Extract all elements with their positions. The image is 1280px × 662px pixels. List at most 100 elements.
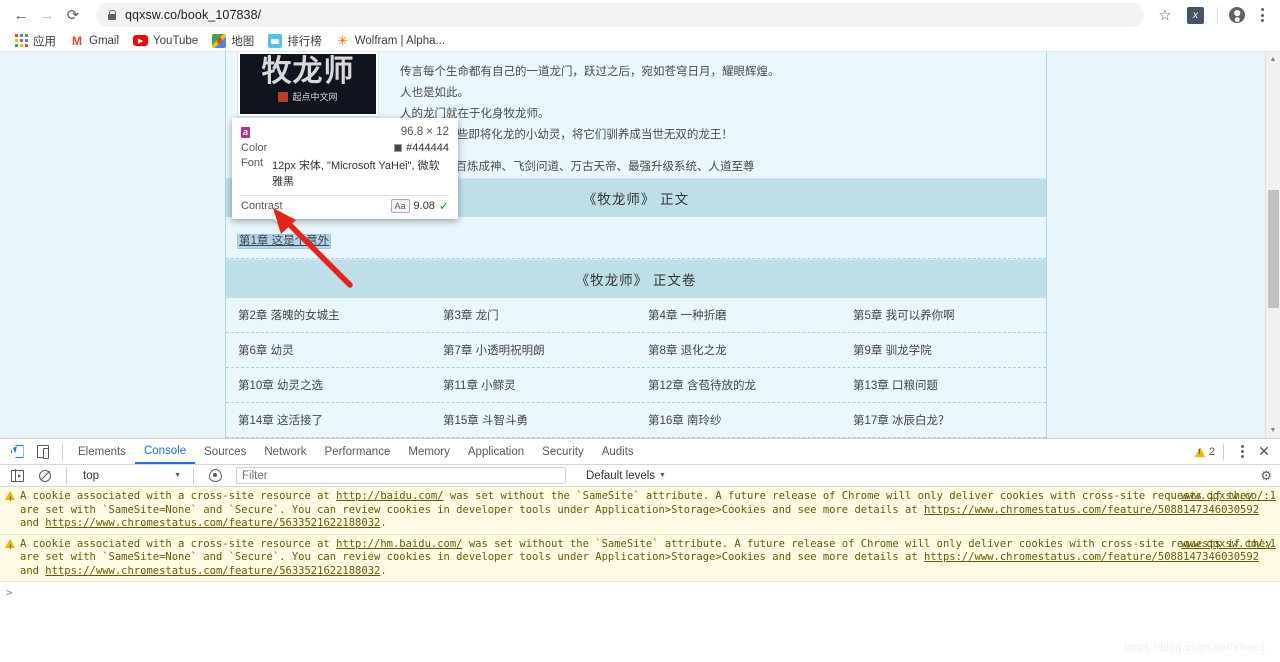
page-scrollbar[interactable]: ▲ ▼	[1265, 52, 1280, 438]
message-body: A cookie associated with a cross-site re…	[20, 538, 1272, 577]
filterbar-divider	[66, 467, 67, 484]
bookmark-wolfram[interactable]: ✳ Wolfram | Alpha...	[329, 31, 452, 51]
log-levels-select[interactable]: Default levels ▼	[586, 470, 666, 482]
devtools-close-icon[interactable]: ✕	[1254, 443, 1274, 460]
bookmark-maps[interactable]: 地图	[205, 31, 261, 51]
actions-divider	[1223, 443, 1224, 460]
chapter-cell[interactable]: 第15章 斗智斗勇	[431, 403, 636, 437]
inspect-element-icon[interactable]	[4, 440, 30, 464]
intro-line: 传言每个生命都有自己的一道龙门，跃过之后，宛如苍穹日月，耀眼辉煌。	[400, 66, 780, 78]
msg-link[interactable]: https://www.chromestatus.com/feature/508…	[924, 504, 1259, 516]
address-bar[interactable]: qqxsw.co/book_107838/	[96, 3, 1144, 27]
chapter-link-1[interactable]: 第1章 这是个意外	[236, 234, 332, 249]
chapter-link[interactable]: 第12章 含苞待放的龙	[648, 380, 756, 392]
reload-icon[interactable]: ⟳	[60, 2, 86, 28]
extension-icon[interactable]: x	[1187, 6, 1204, 24]
bookmark-youtube[interactable]: ▶ YouTube	[126, 31, 205, 51]
warning-count-badge[interactable]: 2	[1194, 446, 1215, 458]
chapter-link[interactable]: 第11章 小鳏灵	[443, 380, 516, 392]
chapter-link[interactable]: 第7章 小透明祝明朗	[443, 345, 545, 357]
clear-console-icon[interactable]	[32, 464, 58, 488]
chevron-down-icon: ▼	[659, 472, 666, 479]
chapter-cell[interactable]: 第9章 驯龙学院	[841, 333, 1046, 367]
chapter-cell[interactable]: 第12章 含苞待放的龙	[636, 368, 841, 402]
chapter-link[interactable]: 第5章 我可以养你啊	[853, 310, 955, 322]
tab-security[interactable]: Security	[533, 439, 593, 464]
forward-arrow-icon[interactable]: →	[34, 2, 60, 28]
console-prompt[interactable]: >	[0, 582, 1280, 603]
chapter-cell[interactable]: 第8章 退化之龙	[636, 333, 841, 367]
scrollbar-thumb[interactable]	[1268, 190, 1279, 308]
devtools-settings-gear-icon[interactable]: ⚙	[1260, 468, 1272, 484]
chapter-cell[interactable]: 第16章 南玲纱	[636, 403, 841, 437]
console-warning-message[interactable]: www.qqxsw.co/:1 A cookie associated with…	[0, 487, 1280, 535]
chapter-link[interactable]: 第9章 驯龙学院	[853, 345, 932, 357]
chapter-cell[interactable]: 第7章 小透明祝明朗	[431, 333, 636, 367]
chapter-cell[interactable]: 第11章 小鳏灵	[431, 368, 636, 402]
device-toolbar-icon[interactable]	[30, 440, 56, 464]
tab-application[interactable]: Application	[459, 439, 533, 464]
scroll-down-arrow-icon[interactable]: ▼	[1266, 423, 1280, 438]
tab-elements[interactable]: Elements	[69, 439, 135, 464]
scroll-up-arrow-icon[interactable]: ▲	[1266, 52, 1280, 67]
tab-memory[interactable]: Memory	[399, 439, 459, 464]
chapter-link[interactable]: 第8章 退化之龙	[648, 345, 727, 357]
book-description: 传言每个生命都有自己的一道龙门，跃过之后，宛如苍穹日月，耀眼辉煌。 人也是如此。…	[378, 58, 1046, 146]
execution-context-select[interactable]: top ▼	[75, 467, 185, 485]
profile-avatar-icon[interactable]	[1224, 2, 1250, 28]
maps-icon	[212, 33, 227, 48]
chapter-cell[interactable]: 第17章 冰辰白龙？	[841, 403, 1046, 437]
chapter-row: 第14章 这活接了 第15章 斗智斗勇 第16章 南玲纱 第17章 冰辰白龙？	[226, 403, 1046, 438]
chapter-link[interactable]: 第14章 这活接了	[238, 415, 323, 427]
chapter-cell[interactable]: 第4章 一种折磨	[636, 298, 841, 332]
message-body: A cookie associated with a cross-site re…	[20, 490, 1259, 529]
chapter-link[interactable]: 第10章 幼灵之选	[238, 380, 323, 392]
chapter-link[interactable]: 第4章 一种折磨	[648, 310, 727, 322]
chapter-cell[interactable]: 第2章 落魄的女城主	[226, 298, 431, 332]
tab-performance[interactable]: Performance	[316, 439, 400, 464]
console-filter-input[interactable]	[236, 467, 566, 484]
chapter-link[interactable]: 第16章 南玲纱	[648, 415, 722, 427]
message-source-link[interactable]: www.qqxsw.co/:1	[1181, 538, 1276, 552]
console-sidebar-toggle-icon[interactable]	[4, 464, 30, 488]
tooltip-tag-row: a 96.8 × 12	[241, 124, 449, 140]
msg-link[interactable]: https://www.chromestatus.com/feature/563…	[45, 517, 380, 529]
msg-link[interactable]: http://hm.baidu.com/	[336, 538, 462, 550]
msg-text: A cookie associated with a cross-site re…	[20, 490, 337, 502]
contrast-pass-check-icon: ✓	[438, 199, 449, 213]
warning-triangle-icon	[5, 538, 15, 554]
chapter-cell[interactable]: 第6章 幼灵	[226, 333, 431, 367]
toolbar-divider	[1217, 7, 1218, 23]
bookmark-gmail[interactable]: M Gmail	[63, 31, 126, 51]
tab-network[interactable]: Network	[255, 439, 315, 464]
tab-sources[interactable]: Sources	[195, 439, 255, 464]
console-filter-bar: top ▼ Default levels ▼ ⚙	[0, 465, 1280, 487]
chapter-link[interactable]: 第15章 斗智斗勇	[443, 415, 528, 427]
chapter-link[interactable]: 第6章 幼灵	[238, 345, 294, 357]
chapter-cell[interactable]: 第10章 幼灵之选	[226, 368, 431, 402]
bookmark-ranking[interactable]: 排行榜	[261, 31, 329, 51]
live-expression-eye-icon[interactable]	[202, 464, 228, 488]
tab-audits[interactable]: Audits	[593, 439, 643, 464]
chapter-cell[interactable]: 第13章 口粮问题	[841, 368, 1046, 402]
message-source-link[interactable]: www.qqxsw.co/:1	[1181, 490, 1276, 504]
msg-link[interactable]: https://www.chromestatus.com/feature/508…	[924, 551, 1259, 563]
back-arrow-icon[interactable]: ←	[8, 2, 34, 28]
youtube-icon: ▶	[133, 35, 149, 46]
chapter-link[interactable]: 第17章 冰辰白龙？	[853, 415, 950, 427]
chapter-cell[interactable]: 第3章 龙门	[431, 298, 636, 332]
bookmark-star-icon[interactable]: ☆	[1152, 2, 1178, 28]
chapter-link[interactable]: 第13章 口粮问题	[853, 380, 938, 392]
chrome-menu-icon[interactable]	[1252, 2, 1272, 28]
browser-toolbar: ← → ⟳ qqxsw.co/book_107838/ ☆ x	[0, 0, 1280, 30]
msg-link[interactable]: https://www.chromestatus.com/feature/563…	[45, 565, 380, 577]
chapter-cell[interactable]: 第14章 这活接了	[226, 403, 431, 437]
msg-link[interactable]: http://baidu.com/	[336, 490, 443, 502]
chapter-link[interactable]: 第2章 落魄的女城主	[238, 310, 340, 322]
tab-console[interactable]: Console	[134, 439, 196, 464]
console-warning-message[interactable]: www.qqxsw.co/:1 A cookie associated with…	[0, 534, 1280, 582]
chapter-cell[interactable]: 第5章 我可以养你啊	[841, 298, 1046, 332]
chapter-link[interactable]: 第3章 龙门	[443, 310, 499, 322]
devtools-menu-icon[interactable]	[1232, 439, 1252, 465]
bookmark-apps[interactable]: 应用	[8, 31, 63, 51]
